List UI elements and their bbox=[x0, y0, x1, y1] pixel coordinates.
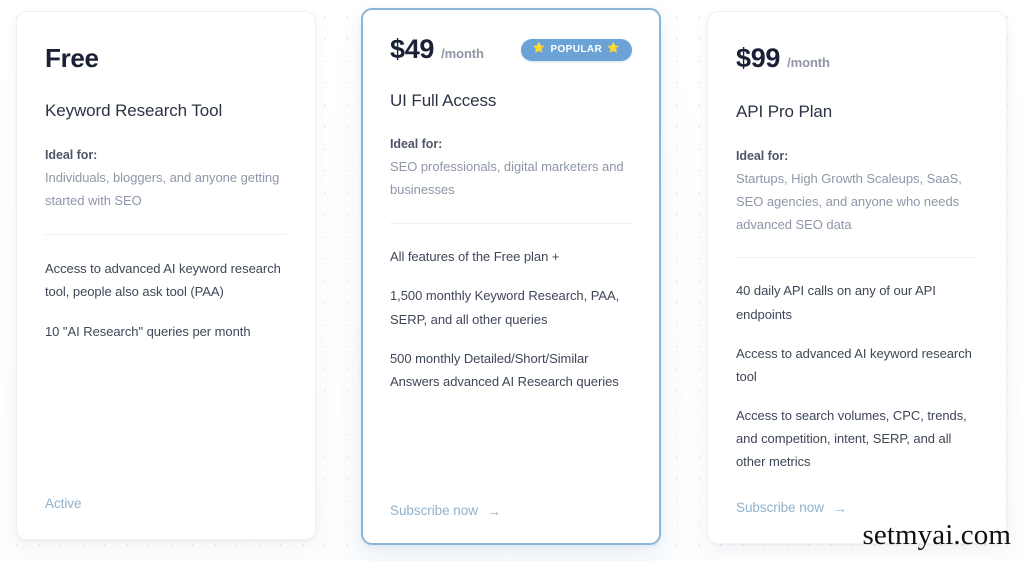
plan-price: $49 bbox=[390, 34, 435, 64]
feature-list: All features of the Free plan + 1,500 mo… bbox=[390, 245, 632, 393]
plan-name: API Pro Plan bbox=[736, 102, 833, 121]
pricing-card-ui-full-access[interactable]: $49 /month ⭐ POPULAR ⭐ UI Full Access Id… bbox=[361, 8, 661, 545]
feature-list: Access to advanced AI keyword research t… bbox=[45, 257, 287, 342]
plan-price: $99 bbox=[736, 43, 781, 73]
cta-label: Subscribe now bbox=[736, 500, 824, 515]
card-footer: Active bbox=[45, 495, 82, 513]
ideal-for-block: Ideal for: Startups, High Growth Scaleup… bbox=[736, 149, 978, 236]
card-divider bbox=[390, 223, 632, 225]
star-icon: ⭐ bbox=[532, 43, 546, 54]
card-footer: Subscribe now → bbox=[390, 502, 501, 520]
feature-list: 40 daily API calls on any of our API end… bbox=[736, 279, 978, 473]
card-header: $99 /month bbox=[736, 45, 978, 72]
feature-item: All features of the Free plan + bbox=[390, 249, 560, 265]
price-row: Free bbox=[45, 45, 106, 71]
popular-badge: ⭐ POPULAR ⭐ bbox=[520, 38, 632, 61]
site-watermark: setmyai.com bbox=[862, 519, 1011, 551]
card-footer: Subscribe now → bbox=[736, 499, 847, 517]
ideal-for-label: Ideal for: bbox=[45, 148, 98, 162]
feature-item: Access to search volumes, CPC, trends, a… bbox=[736, 407, 967, 470]
plan-name: Keyword Research Tool bbox=[45, 101, 223, 120]
card-divider bbox=[736, 257, 978, 259]
pricing-plans-container: Free Keyword Research Tool Ideal for: In… bbox=[0, 0, 1024, 561]
feature-item: 500 monthly Detailed/Short/Similar Answe… bbox=[390, 350, 619, 389]
feature-item: 40 daily API calls on any of our API end… bbox=[736, 283, 936, 322]
price-row: $49 /month bbox=[390, 36, 484, 63]
popular-badge-label: POPULAR bbox=[550, 43, 603, 55]
plan-status-active: Active bbox=[45, 496, 82, 511]
ideal-for-label: Ideal for: bbox=[390, 137, 443, 151]
feature-item: Access to advanced AI keyword research t… bbox=[736, 345, 972, 384]
plan-period: /month bbox=[441, 46, 484, 61]
card-divider bbox=[45, 234, 287, 236]
feature-item: 10 "AI Research" queries per month bbox=[45, 323, 251, 339]
cta-label: Active bbox=[45, 496, 82, 511]
subscribe-now-link[interactable]: Subscribe now → bbox=[390, 503, 501, 518]
star-icon: ⭐ bbox=[607, 43, 620, 54]
card-header: $49 /month ⭐ POPULAR ⭐ bbox=[390, 36, 632, 63]
plan-price: Free bbox=[45, 43, 99, 73]
arrow-right-icon: → bbox=[832, 499, 847, 516]
ideal-for-label: Ideal for: bbox=[736, 149, 789, 163]
subscribe-now-link[interactable]: Subscribe now → bbox=[736, 500, 847, 515]
card-header: Free bbox=[45, 45, 287, 71]
price-row: $99 /month bbox=[736, 45, 830, 72]
arrow-right-icon: → bbox=[486, 502, 501, 519]
ideal-for-block: Ideal for: Individuals, bloggers, and an… bbox=[45, 148, 287, 212]
feature-item: Access to advanced AI keyword research t… bbox=[45, 261, 281, 300]
ideal-for-text: Startups, High Growth Scaleups, SaaS, SE… bbox=[736, 171, 962, 233]
ideal-for-text: Individuals, bloggers, and anyone gettin… bbox=[45, 170, 280, 209]
plan-period: /month bbox=[787, 55, 830, 70]
feature-item: 1,500 monthly Keyword Research, PAA, SER… bbox=[390, 288, 620, 327]
ideal-for-text: SEO professionals, digital marketers and… bbox=[390, 159, 624, 198]
cta-label: Subscribe now bbox=[390, 503, 478, 518]
plan-name: UI Full Access bbox=[390, 91, 497, 110]
pricing-card-api-pro[interactable]: $99 /month API Pro Plan Ideal for: Start… bbox=[707, 11, 1007, 544]
pricing-card-free[interactable]: Free Keyword Research Tool Ideal for: In… bbox=[16, 11, 316, 540]
ideal-for-block: Ideal for: SEO professionals, digital ma… bbox=[390, 137, 632, 201]
